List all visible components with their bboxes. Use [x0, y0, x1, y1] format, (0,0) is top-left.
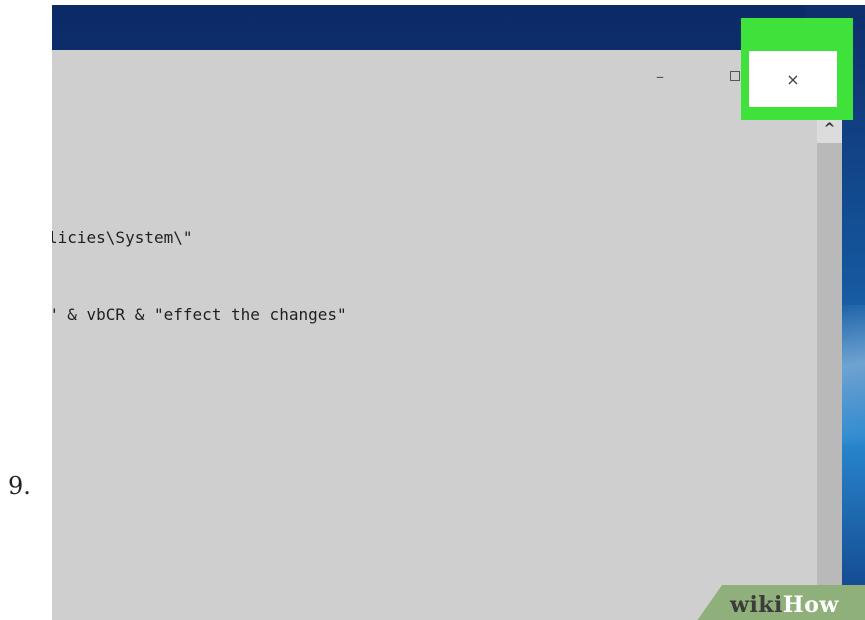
minimize-icon: –	[656, 66, 664, 86]
close-button[interactable]: ×	[749, 51, 837, 107]
text-area[interactable]: licies\System\" " & vbCR & "effect the c…	[52, 102, 817, 620]
code-line: licies\System\"	[52, 228, 193, 247]
watermark-how: How	[782, 592, 839, 618]
code-line: " & vbCR & "effect the changes"	[52, 305, 347, 324]
close-icon: ×	[786, 69, 800, 89]
notepad-window: – licies\System\" " & vbCR & "effect the…	[52, 50, 842, 620]
wikihow-watermark: wikiHow	[730, 592, 839, 618]
step-number: 9.	[8, 472, 31, 500]
minimize-button[interactable]: –	[637, 50, 683, 102]
close-button-highlight: ×	[741, 18, 853, 120]
watermark-wiki: wiki	[730, 592, 783, 618]
maximize-icon	[730, 71, 740, 81]
title-bar: –	[52, 50, 842, 102]
screenshot-frame: – licies\System\" " & vbCR & "effect the…	[52, 5, 865, 620]
vertical-scrollbar[interactable]: ^	[817, 115, 842, 620]
